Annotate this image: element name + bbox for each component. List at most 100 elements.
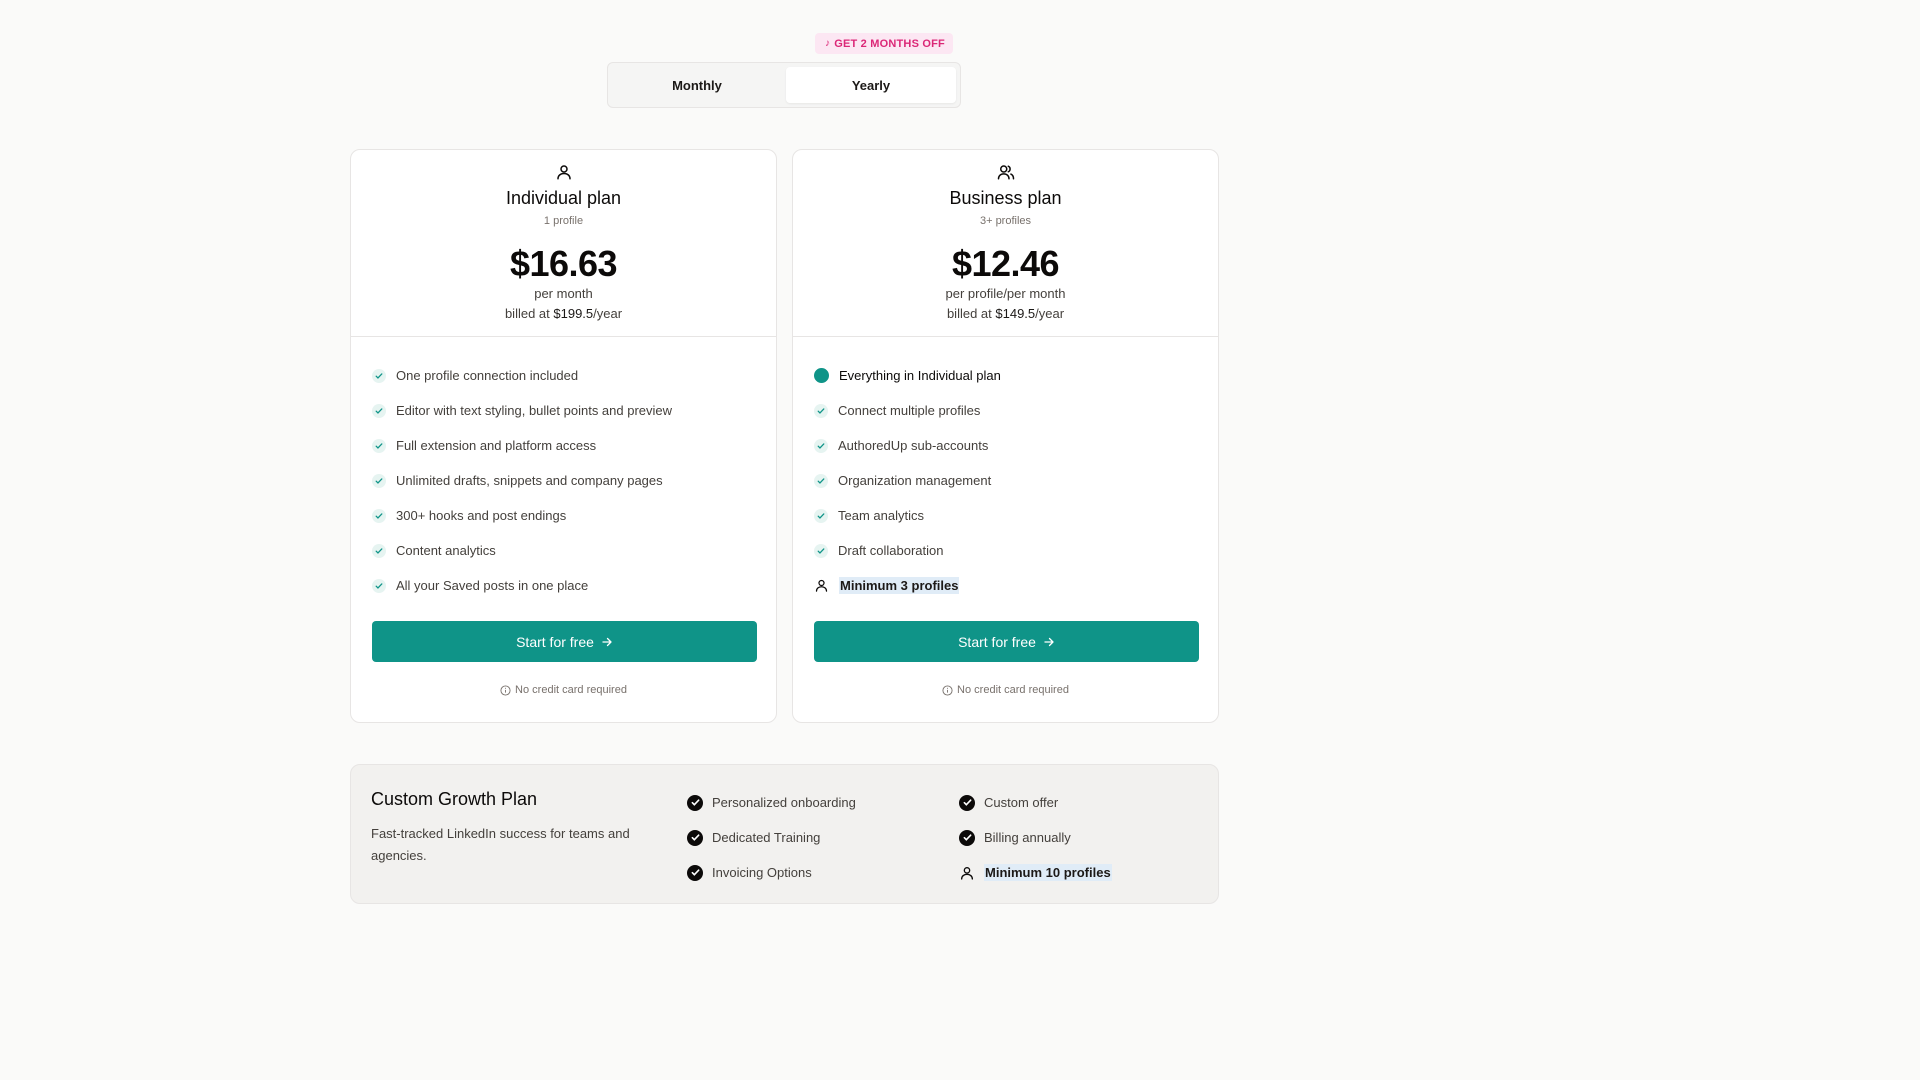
feature-item: 300+ hooks and post endings	[372, 498, 672, 533]
billing-period-toggle: Monthly Yearly	[607, 62, 961, 108]
plan-billed: billed at $149.5/year	[793, 306, 1218, 321]
check-circle-icon	[687, 829, 703, 846]
growth-feature-item: Billing annually	[959, 820, 1112, 855]
billed-prefix: billed at	[504, 306, 554, 321]
growth-feature-list: Custom offer Billing annually Minimum 10…	[959, 785, 1112, 890]
minimum-profiles: Minimum 3 profiles	[839, 577, 960, 594]
feature-label: One profile connection included	[396, 368, 579, 383]
lead-bold: Individual plan	[917, 368, 1001, 383]
no-credit-card-note: No credit card required	[351, 684, 776, 696]
feature-label: Everything in Individual plan	[839, 368, 1001, 383]
growth-feature-item: Invoicing Options	[687, 855, 856, 890]
check-icon	[372, 543, 386, 558]
check-icon	[372, 473, 386, 488]
plan-title: Individual plan	[505, 188, 622, 208]
check-icon	[814, 543, 828, 558]
feature-item: AuthoredUp sub-accounts	[814, 428, 1001, 463]
no-credit-card-note: No credit card required	[793, 684, 1218, 696]
check-circle-icon	[959, 794, 975, 811]
toggle-yearly[interactable]: Yearly	[786, 67, 956, 103]
check-icon	[814, 403, 828, 418]
business-plan-card: Business plan 3+ profiles $12.46 per pro…	[792, 149, 1219, 723]
pricing-page: ♪ GET 2 MONTHS OFF Monthly Yearly Indivi…	[0, 0, 1568, 904]
check-circle-icon	[687, 864, 703, 881]
feature-item: Draft collaboration	[814, 533, 1001, 568]
feature-label: AuthoredUp sub-accounts	[838, 438, 989, 453]
minimum-profiles: Minimum 10 profiles	[984, 864, 1112, 881]
feature-item: Content analytics	[372, 533, 672, 568]
lead-prefix: Everything in	[839, 368, 918, 383]
feature-item-lead: Everything in Individual plan	[814, 358, 1001, 393]
plan-price: $12.46	[951, 243, 1060, 284]
plan-period: per profile/per month	[945, 286, 1066, 301]
feature-label: Unlimited drafts, snippets and company p…	[396, 473, 663, 488]
feature-item: Full extension and platform access	[372, 428, 672, 463]
custom-growth-plan: Custom Growth Plan Fast-tracked LinkedIn…	[350, 764, 1219, 904]
check-icon	[814, 438, 828, 453]
billed-prefix: billed at	[946, 306, 996, 321]
growth-feature-item: Personalized onboarding	[687, 785, 856, 820]
business-start-button[interactable]: Start for free	[814, 621, 1199, 662]
growth-feature-minimum: Minimum 10 profiles	[959, 855, 1112, 890]
cta-label: Start for free	[958, 633, 1036, 650]
dot-icon	[814, 368, 829, 383]
plan-price: $16.63	[509, 243, 618, 284]
promo-badge: ♪ GET 2 MONTHS OFF	[815, 33, 953, 54]
feature-label: Organization management	[838, 473, 992, 488]
info-icon	[500, 684, 511, 696]
feature-label: All your Saved posts in one place	[396, 578, 589, 593]
growth-feature-item: Dedicated Training	[687, 820, 856, 855]
growth-feature-item: Custom offer	[959, 785, 1112, 820]
feature-item: Connect multiple profiles	[814, 393, 1001, 428]
feature-label: Dedicated Training	[712, 830, 821, 845]
feature-item: Organization management	[814, 463, 1001, 498]
user-icon	[815, 579, 828, 592]
growth-description: Fast-tracked LinkedIn success for teams …	[371, 826, 630, 863]
feature-label: Draft collaboration	[838, 543, 944, 558]
check-circle-icon	[687, 794, 703, 811]
feature-label: Billing annually	[984, 830, 1071, 845]
feature-item: One profile connection included	[372, 358, 672, 393]
feature-label: Full extension and platform access	[396, 438, 597, 453]
feature-item: All your Saved posts in one place	[372, 568, 672, 603]
feature-label: Invoicing Options	[712, 865, 812, 880]
feature-label: Custom offer	[984, 795, 1059, 810]
cta-label: Start for free	[516, 633, 594, 650]
feature-label: Connect multiple profiles	[838, 403, 981, 418]
plan-header: Individual plan 1 profile $16.63 per mon…	[351, 150, 776, 337]
feature-item: Unlimited drafts, snippets and company p…	[372, 463, 672, 498]
growth-title: Custom Growth Plan	[371, 789, 538, 809]
feature-item: Team analytics	[814, 498, 1001, 533]
billed-amount: $149.5	[995, 306, 1036, 321]
check-icon	[372, 438, 386, 453]
individual-start-button[interactable]: Start for free	[372, 621, 757, 662]
feature-item-minimum: Minimum 3 profiles	[814, 568, 1001, 603]
note-label: No credit card required	[515, 684, 627, 696]
check-icon	[372, 578, 386, 593]
plan-billed: billed at $199.5/year	[351, 306, 776, 321]
feature-list: One profile connection included Editor w…	[372, 358, 672, 603]
feature-label: Content analytics	[396, 543, 496, 558]
check-icon	[372, 508, 386, 523]
check-icon	[372, 403, 386, 418]
plan-subtitle: 1 profile	[543, 215, 584, 227]
plan-header: Business plan 3+ profiles $12.46 per pro…	[793, 150, 1218, 337]
check-icon	[814, 473, 828, 488]
plan-period: per month	[534, 286, 593, 301]
feature-label: Personalized onboarding	[712, 795, 856, 810]
check-circle-icon	[959, 829, 975, 846]
promo-badge-label: GET 2 MONTHS OFF	[834, 37, 945, 50]
individual-plan-card: Individual plan 1 profile $16.63 per mon…	[350, 149, 777, 723]
feature-item: Editor with text styling, bullet points …	[372, 393, 672, 428]
growth-feature-list: Personalized onboarding Dedicated Traini…	[687, 785, 856, 890]
arrow-right-icon	[602, 637, 612, 646]
user-icon	[961, 866, 973, 880]
toggle-monthly[interactable]: Monthly	[612, 67, 782, 103]
plan-subtitle: 3+ profiles	[979, 215, 1032, 227]
info-icon	[942, 684, 953, 696]
users-icon	[793, 163, 1218, 183]
check-icon	[372, 368, 386, 383]
feature-label: 300+ hooks and post endings	[396, 508, 567, 523]
note-label: No credit card required	[957, 684, 1069, 696]
billed-suffix: /year	[593, 306, 623, 321]
